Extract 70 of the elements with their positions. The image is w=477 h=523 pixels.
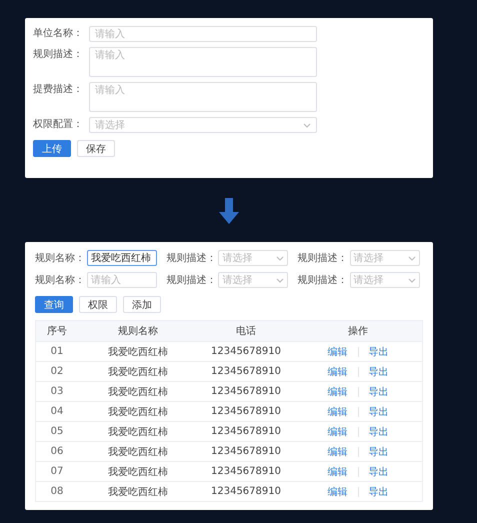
field-label: 单位名称：: [33, 26, 84, 41]
text-area[interactable]: 请输入: [89, 47, 317, 77]
down-arrow-icon: [219, 198, 239, 224]
table-cell-text: 02: [50, 366, 64, 377]
table-cell-text: 12345678910: [210, 446, 282, 457]
action-link[interactable]: 编辑: [328, 364, 348, 378]
column-header: 规则名称: [117, 325, 159, 338]
form-button[interactable]: 查询: [35, 296, 73, 313]
action-link[interactable]: 导出: [368, 404, 388, 418]
table-cell-text: 05: [50, 426, 64, 437]
input-field[interactable]: 请输入: [89, 26, 317, 42]
field-label: 权限配置：: [33, 118, 84, 132]
table-cell-text: 我爱吃西红柿: [107, 366, 169, 378]
table-cell-text: 06: [50, 446, 64, 457]
action-link[interactable]: 编辑: [328, 444, 348, 458]
filter-label: 规则描述：: [166, 274, 218, 287]
action-link[interactable]: 导出: [368, 364, 388, 378]
action-link[interactable]: 导出: [368, 444, 388, 458]
table-cell-text: 12345678910: [210, 346, 282, 357]
table-cell-text: 12345678910: [210, 426, 282, 437]
action-link[interactable]: 编辑: [328, 344, 348, 358]
table-cell-text: 我爱吃西红柿: [107, 466, 169, 478]
table-cell-text: 01: [50, 346, 64, 357]
field-label: 规则描述：: [33, 48, 84, 62]
action-link[interactable]: 导出: [368, 344, 388, 358]
form-button[interactable]: 添加: [123, 296, 161, 313]
action-link[interactable]: 编辑: [328, 464, 348, 478]
chevron-down-icon: [408, 256, 416, 260]
column-header: 操作: [347, 325, 369, 338]
action-link[interactable]: 导出: [368, 464, 388, 478]
table-cell-text: 12345678910: [210, 366, 282, 377]
table-cell-text: 我爱吃西红柿: [107, 406, 169, 418]
input-field[interactable]: 请输入: [87, 272, 157, 288]
table-cell-text: 07: [50, 466, 64, 477]
table-cell-text: 12345678910: [210, 406, 282, 417]
filter-label: 规则名称：: [35, 274, 86, 287]
column-header: 序号: [46, 324, 68, 338]
form-button[interactable]: 保存: [77, 140, 115, 157]
input-field[interactable]: 我爱吃西红柿: [87, 250, 157, 266]
filter-label: 规则描述：: [298, 274, 349, 287]
filter-label: 规则名称：: [35, 252, 86, 265]
filter-label: 规则描述：: [166, 252, 218, 265]
table-cell-text: 12345678910: [210, 386, 282, 397]
table-cell-text: 我爱吃西红柿: [107, 446, 169, 458]
form-button[interactable]: 上传: [33, 140, 71, 157]
table-cell-text: 04: [50, 406, 64, 417]
action-link[interactable]: 编辑: [328, 404, 348, 418]
field-label: 提费描述：: [33, 82, 84, 97]
action-link[interactable]: 导出: [368, 484, 388, 498]
table-cell-text: 08: [50, 486, 64, 497]
chevron-down-icon: [276, 256, 284, 260]
filter-label: 规则描述：: [298, 252, 349, 265]
column-header: 电话: [235, 324, 257, 338]
table-cell-text: 12345678910: [210, 486, 282, 497]
chevron-down-icon: [408, 278, 416, 282]
table-cell-text: 我爱吃西红柿: [107, 386, 169, 398]
table-cell-text: 03: [50, 386, 64, 397]
action-link[interactable]: 导出: [368, 384, 388, 398]
form-button[interactable]: 权限: [79, 296, 117, 313]
action-link[interactable]: 编辑: [328, 384, 348, 398]
action-link[interactable]: 编辑: [328, 424, 348, 438]
table-cell-text: 我爱吃西红柿: [107, 426, 169, 438]
table-cell-text: 我爱吃西红柿: [107, 486, 169, 498]
table-cell-text: 12345678910: [210, 466, 282, 477]
action-link[interactable]: 编辑: [328, 484, 348, 498]
chevron-down-icon: [303, 122, 311, 128]
table-cell-text: 我爱吃西红柿: [107, 346, 169, 358]
chevron-down-icon: [276, 278, 284, 282]
text-area[interactable]: 请输入: [89, 82, 317, 112]
action-link[interactable]: 导出: [368, 424, 388, 438]
